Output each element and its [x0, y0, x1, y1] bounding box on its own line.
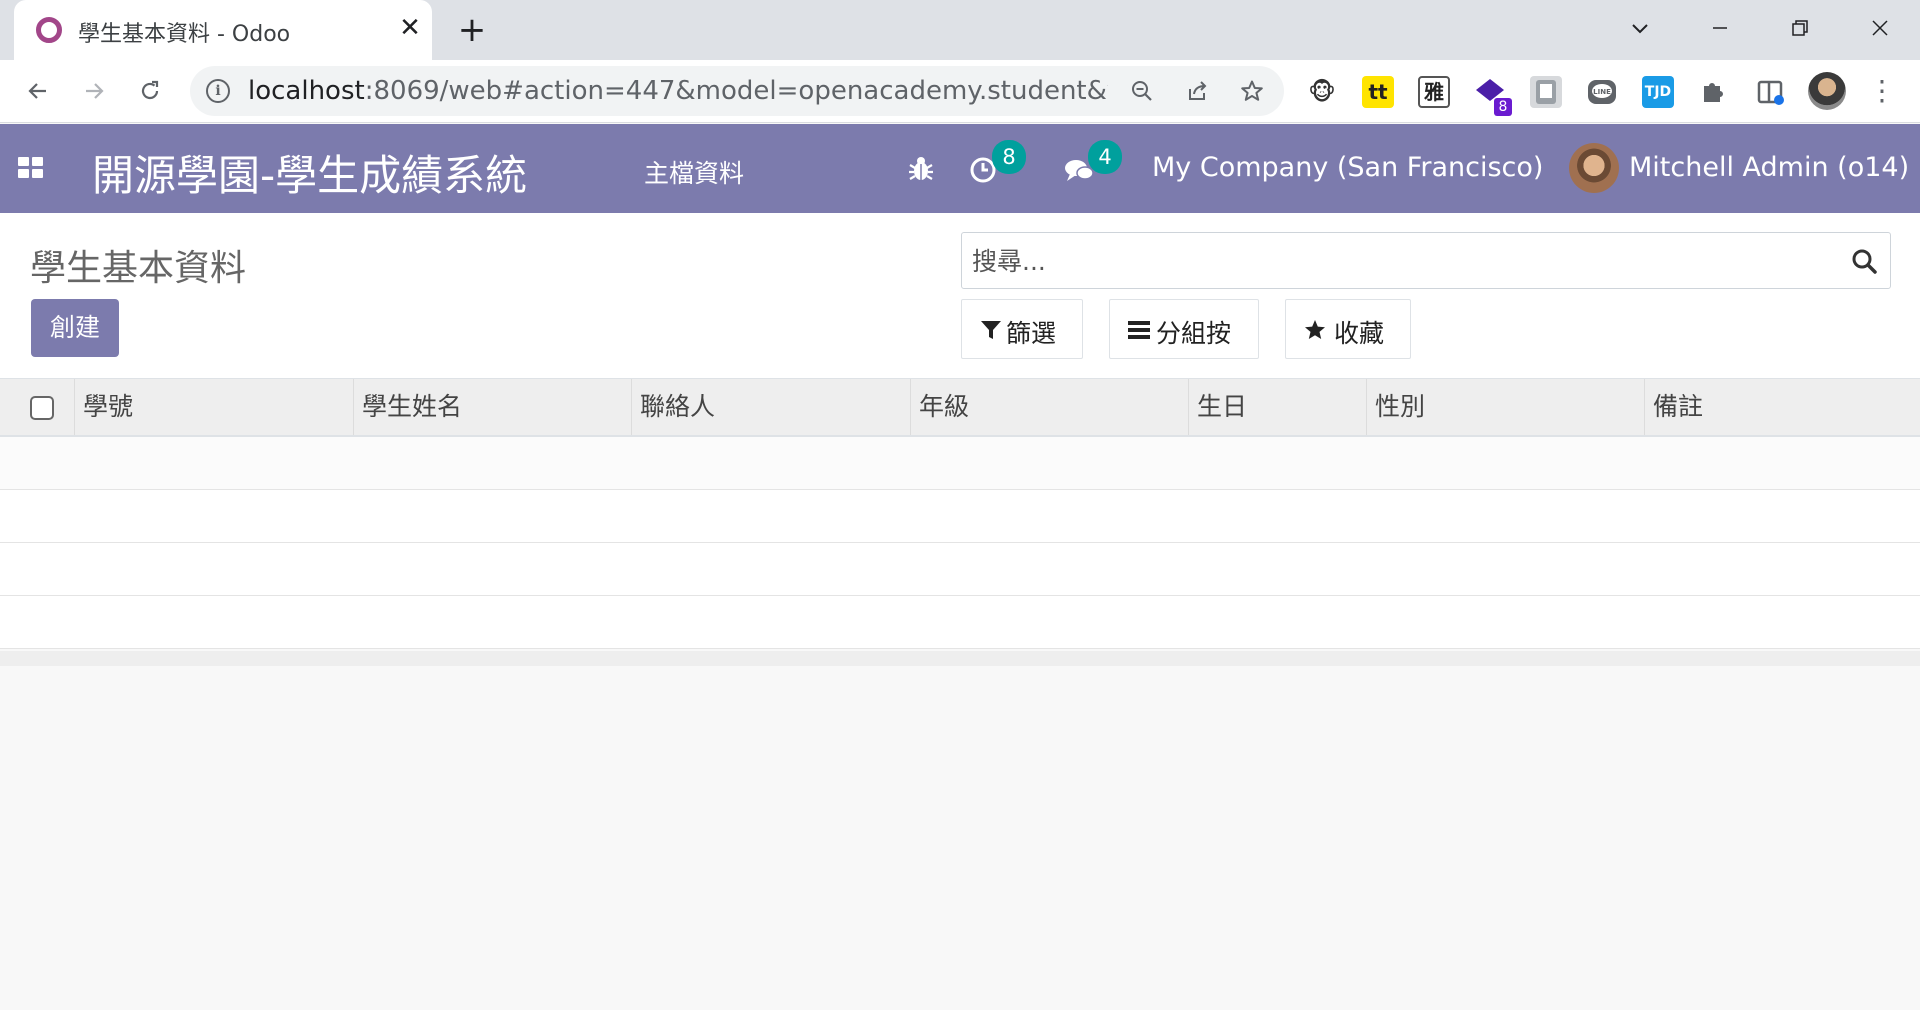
- table-header: 學號 學生姓名 聯絡人 年級 生日 性別 備註: [0, 379, 1920, 437]
- column-header-gender[interactable]: 性別: [1366, 379, 1644, 435]
- debug-bug-icon[interactable]: [904, 152, 938, 186]
- control-panel: 學生基本資料 創建 篩選 分組按 收藏: [0, 213, 1920, 379]
- favorites-button[interactable]: 收藏: [1285, 299, 1411, 359]
- restore-button[interactable]: [1780, 8, 1820, 48]
- table-row: [0, 490, 1920, 543]
- browser-toolbar: i localhost:8069/web#action=447&model=op…: [0, 60, 1920, 123]
- zoom-icon[interactable]: [1126, 75, 1158, 107]
- minimize-button[interactable]: [1700, 8, 1740, 48]
- browser-menu-icon[interactable]: ⋮: [1866, 76, 1898, 108]
- search-input[interactable]: [972, 243, 1832, 279]
- close-window-button[interactable]: [1860, 8, 1900, 48]
- table-footer: [0, 651, 1920, 666]
- create-button[interactable]: 創建: [31, 299, 119, 357]
- message-count-badge: 4: [1088, 140, 1122, 174]
- reload-button[interactable]: [130, 71, 170, 111]
- search-icon[interactable]: [1850, 247, 1878, 275]
- table-row: [0, 596, 1920, 649]
- apps-menu-icon[interactable]: [18, 157, 44, 179]
- app-brand[interactable]: 開源學園-學生成績系統: [92, 142, 527, 203]
- column-header-student-id[interactable]: 學號: [74, 379, 353, 435]
- back-button[interactable]: [18, 71, 58, 111]
- filter-button[interactable]: 篩選: [961, 299, 1083, 359]
- svg-text:LINE: LINE: [1593, 88, 1611, 96]
- favorites-star-icon: [1304, 318, 1326, 340]
- browser-tab[interactable]: 學生基本資料 - Odoo ✕: [14, 0, 432, 60]
- filter-label: 篩選: [1006, 319, 1057, 348]
- filter-funnel-icon: [980, 318, 1002, 340]
- user-avatar[interactable]: [1569, 143, 1619, 193]
- profile-avatar[interactable]: [1808, 72, 1846, 110]
- tab-search-icon[interactable]: [1620, 8, 1660, 48]
- table-row: [0, 543, 1920, 596]
- share-icon[interactable]: [1182, 75, 1214, 107]
- extensions-puzzle-icon[interactable]: [1698, 76, 1730, 108]
- activity-count-badge: 8: [992, 140, 1026, 174]
- tab-close-icon[interactable]: ✕: [394, 12, 426, 44]
- company-switcher[interactable]: My Company (San Francisco): [1152, 152, 1543, 183]
- breadcrumb-title: 學生基本資料: [30, 248, 247, 289]
- tab-title: 學生基本資料 - Odoo: [78, 22, 291, 47]
- tjd-extension-icon[interactable]: TJD: [1642, 76, 1674, 108]
- table-row: [0, 437, 1920, 490]
- column-header-student-name[interactable]: 學生姓名: [353, 379, 631, 435]
- column-header-birthday[interactable]: 生日: [1188, 379, 1366, 435]
- purple-extension-icon[interactable]: 8: [1474, 76, 1512, 116]
- search-bar[interactable]: [961, 232, 1891, 289]
- user-menu[interactable]: Mitchell Admin (o14): [1629, 152, 1909, 183]
- address-bar[interactable]: i localhost:8069/web#action=447&model=op…: [190, 66, 1284, 116]
- tt-extension-icon[interactable]: tt: [1362, 76, 1394, 108]
- url-text[interactable]: localhost:8069/web#action=447&model=open…: [248, 76, 1108, 106]
- column-header-notes[interactable]: 備註: [1644, 379, 1920, 435]
- odoo-navbar: 開源學園-學生成績系統 主檔資料 8 4 My Company (San Fra…: [0, 124, 1920, 213]
- browser-tab-strip: 學生基本資料 - Odoo ✕ +: [0, 0, 1920, 60]
- line-extension-icon[interactable]: LINE: [1586, 76, 1618, 108]
- menu-master-data[interactable]: 主檔資料: [644, 154, 744, 190]
- site-info-icon[interactable]: i: [206, 79, 230, 103]
- groupby-button[interactable]: 分組按: [1109, 299, 1259, 359]
- extension-badge: 8: [1494, 98, 1512, 116]
- select-all-checkbox[interactable]: [30, 396, 54, 420]
- odoo-favicon-icon: [36, 17, 62, 43]
- new-tab-button[interactable]: +: [452, 10, 492, 50]
- column-header-grade[interactable]: 年級: [910, 379, 1188, 435]
- column-header-contact[interactable]: 聯絡人: [631, 379, 910, 435]
- side-panel-icon[interactable]: [1754, 76, 1786, 108]
- favorites-label: 收藏: [1334, 319, 1385, 348]
- monkey-extension-icon[interactable]: 🐵: [1306, 76, 1338, 108]
- bookmark-star-icon[interactable]: [1236, 75, 1268, 107]
- groupby-bars-icon: [1128, 318, 1150, 340]
- forward-button[interactable]: [74, 71, 114, 111]
- gray-extension-icon[interactable]: [1530, 76, 1562, 108]
- ya-extension-icon[interactable]: 雅: [1418, 76, 1450, 108]
- groupby-label: 分組按: [1156, 319, 1232, 348]
